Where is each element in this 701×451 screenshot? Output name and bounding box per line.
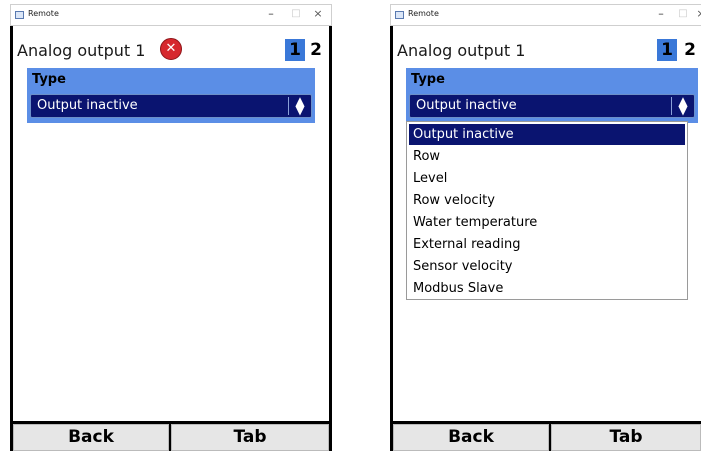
title-bar: Remote – □ ×	[390, 4, 701, 26]
close-button[interactable]: ×	[691, 7, 701, 20]
remote-window-open: Remote – □ × Analog output 1 1 2 Type Ou…	[390, 4, 701, 451]
tab-1[interactable]: 1	[285, 39, 305, 61]
option-row[interactable]: Row	[409, 146, 685, 167]
option-level[interactable]: Level	[409, 168, 685, 189]
select-value: Output inactive	[37, 98, 138, 113]
option-external-reading[interactable]: External reading	[409, 234, 685, 255]
device-screen: Analog output 1 ✕ 1 2 Type Output inacti…	[10, 26, 332, 451]
back-button[interactable]: Back	[13, 424, 169, 451]
type-panel: Type Output inactive ▲ ▼	[406, 68, 698, 123]
tab-2[interactable]: 2	[681, 39, 699, 61]
maximize-button[interactable]: □	[286, 8, 306, 19]
device-screen: Analog output 1 1 2 Type Output inactive…	[390, 26, 701, 451]
title-bar: Remote – □ ×	[10, 4, 332, 26]
bottom-bar: Back Tab	[10, 421, 332, 451]
type-panel: Type Output inactive ▲ ▼	[27, 68, 315, 123]
app-icon	[15, 11, 24, 19]
type-dropdown-list: Output inactive Row Level Row velocity W…	[406, 121, 688, 300]
back-button[interactable]: Back	[393, 424, 549, 451]
tab-button[interactable]: Tab	[171, 424, 329, 451]
error-icon: ✕	[160, 38, 182, 60]
type-select[interactable]: Output inactive ▲ ▼	[30, 94, 312, 118]
select-value: Output inactive	[416, 98, 517, 113]
remote-window-closed: Remote – □ × Analog output 1 ✕ 1 2 Type …	[10, 4, 332, 451]
close-button[interactable]: ×	[308, 7, 328, 20]
option-modbus-slave[interactable]: Modbus Slave	[409, 278, 685, 299]
option-sensor-velocity[interactable]: Sensor velocity	[409, 256, 685, 277]
option-row-velocity[interactable]: Row velocity	[409, 190, 685, 211]
up-down-arrows-icon: ▲ ▼	[295, 94, 305, 117]
minimize-button[interactable]: –	[651, 7, 671, 20]
minimize-button[interactable]: –	[261, 7, 281, 20]
window-title: Remote	[28, 9, 59, 18]
tab-button[interactable]: Tab	[551, 424, 701, 451]
screen-content: Analog output 1 ✕ 1 2 Type Output inacti…	[13, 26, 329, 421]
app-icon	[395, 11, 404, 19]
window-title: Remote	[408, 9, 439, 18]
page-title: Analog output 1	[17, 41, 146, 60]
tab-1[interactable]: 1	[657, 39, 677, 61]
tab-2[interactable]: 2	[307, 39, 325, 61]
type-label: Type	[411, 72, 445, 87]
select-divider	[671, 97, 672, 115]
screen-content: Analog output 1 1 2 Type Output inactive…	[393, 26, 701, 421]
select-divider	[288, 97, 289, 115]
option-water-temperature[interactable]: Water temperature	[409, 212, 685, 233]
up-down-arrows-icon: ▲ ▼	[678, 94, 688, 117]
option-output-inactive[interactable]: Output inactive	[409, 124, 685, 145]
type-label: Type	[32, 72, 66, 87]
type-select[interactable]: Output inactive ▲ ▼	[409, 94, 695, 118]
maximize-button[interactable]: □	[673, 8, 693, 19]
bottom-bar: Back Tab	[390, 421, 701, 451]
page-title: Analog output 1	[397, 41, 526, 60]
